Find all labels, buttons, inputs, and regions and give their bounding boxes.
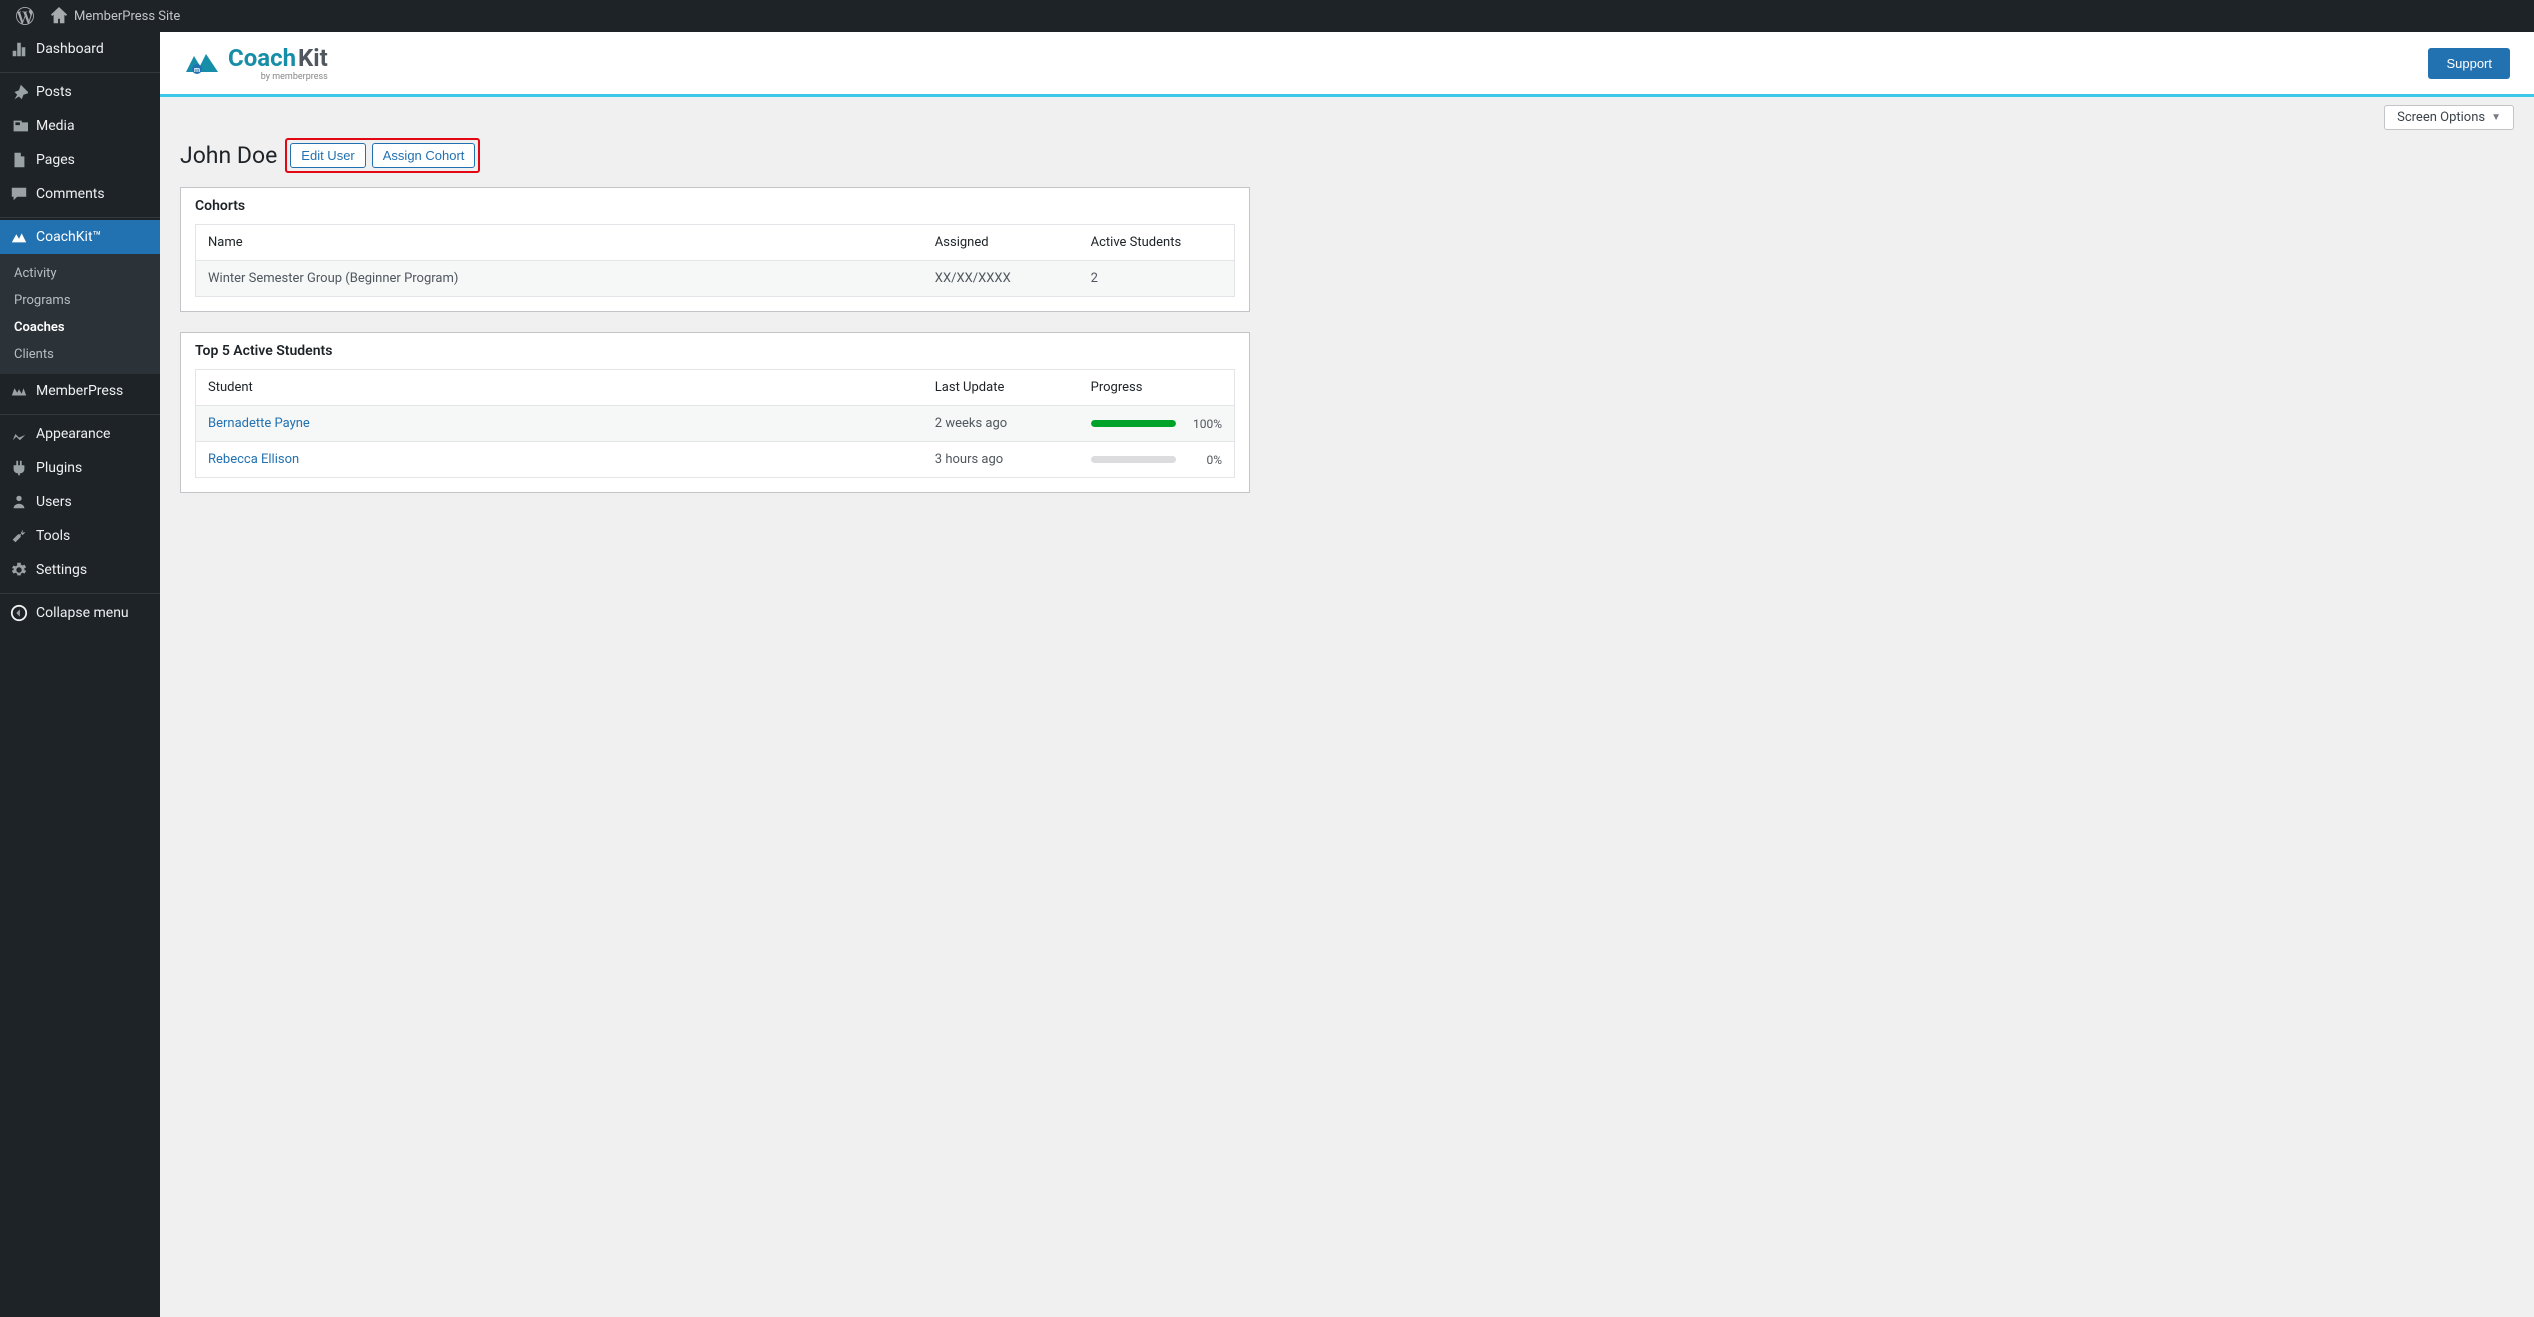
app-header: m CoachKit by memberpress Support xyxy=(160,32,2534,97)
progress-cell: 100% xyxy=(1079,406,1235,442)
cohorts-panel: Cohorts Name Assigned Active Students Wi… xyxy=(180,187,1250,312)
student-link[interactable]: Rebecca Ellison xyxy=(208,452,299,467)
table-row: Bernadette Payne 2 weeks ago 100% xyxy=(196,406,1235,442)
coachkit-logo: m CoachKit by memberpress xyxy=(184,44,328,82)
admin-sidebar: Dashboard Posts Media Pages Comments Coa… xyxy=(0,32,160,1317)
col-name: Name xyxy=(196,225,923,261)
table-header-row: Name Assigned Active Students xyxy=(196,225,1235,261)
submenu-coachkit: Activity Programs Coaches Clients xyxy=(0,254,160,374)
menu-media[interactable]: Media xyxy=(0,109,160,143)
pushpin-icon xyxy=(10,83,28,101)
cohorts-title: Cohorts xyxy=(181,188,1249,224)
pages-icon xyxy=(10,151,28,169)
menu-coachkit[interactable]: CoachKit™ xyxy=(0,220,160,254)
col-student: Student xyxy=(196,370,923,406)
users-icon xyxy=(10,493,28,511)
admin-bar: MemberPress Site xyxy=(0,0,2534,32)
students-title: Top 5 Active Students xyxy=(181,333,1249,369)
svg-text:m: m xyxy=(194,66,200,74)
last-update: 2 weeks ago xyxy=(923,406,1079,442)
appearance-icon xyxy=(10,425,28,443)
progress-bar xyxy=(1091,420,1176,427)
col-last-update: Last Update xyxy=(923,370,1079,406)
menu-tools[interactable]: Tools xyxy=(0,519,160,553)
wordpress-icon xyxy=(16,7,34,25)
submenu-activity[interactable]: Activity xyxy=(0,260,160,287)
tools-icon xyxy=(10,527,28,545)
progress-fill xyxy=(1091,420,1176,427)
table-row: Rebecca Ellison 3 hours ago 0% xyxy=(196,442,1235,478)
table-row: Winter Semester Group (Beginner Program)… xyxy=(196,261,1235,297)
menu-pages[interactable]: Pages xyxy=(0,143,160,177)
menu-appearance[interactable]: Appearance xyxy=(0,417,160,451)
menu-comments[interactable]: Comments xyxy=(0,177,160,211)
highlight-annotation: Edit User Assign Cohort xyxy=(285,138,480,173)
logo-subtitle: by memberpress xyxy=(261,72,328,82)
plugins-icon xyxy=(10,459,28,477)
students-table: Student Last Update Progress Bernadette … xyxy=(195,369,1235,478)
main-content: m CoachKit by memberpress Support Screen… xyxy=(160,32,2534,1317)
submenu-clients[interactable]: Clients xyxy=(0,341,160,368)
page-title: John Doe xyxy=(180,142,277,169)
students-panel: Top 5 Active Students Student Last Updat… xyxy=(180,332,1250,493)
menu-collapse[interactable]: Collapse menu xyxy=(0,596,160,630)
wp-logo[interactable] xyxy=(8,7,42,25)
memberpress-icon xyxy=(10,382,28,400)
home-icon xyxy=(50,7,68,25)
student-link[interactable]: Bernadette Payne xyxy=(208,416,310,431)
last-update: 3 hours ago xyxy=(923,442,1079,478)
logo-icon: m xyxy=(184,50,220,76)
cohort-assigned: XX/XX/XXXX xyxy=(923,261,1079,297)
progress-text: 0% xyxy=(1186,453,1222,467)
col-assigned: Assigned xyxy=(923,225,1079,261)
media-icon xyxy=(10,117,28,135)
menu-plugins[interactable]: Plugins xyxy=(0,451,160,485)
menu-dashboard[interactable]: Dashboard xyxy=(0,32,160,66)
progress-cell: 0% xyxy=(1079,442,1235,478)
table-header-row: Student Last Update Progress xyxy=(196,370,1235,406)
collapse-icon xyxy=(10,604,28,622)
assign-cohort-button[interactable]: Assign Cohort xyxy=(372,143,476,168)
submenu-coaches[interactable]: Coaches xyxy=(0,314,160,341)
menu-memberpress[interactable]: MemberPress xyxy=(0,374,160,408)
col-progress: Progress xyxy=(1079,370,1235,406)
dashboard-icon xyxy=(10,40,28,58)
menu-settings[interactable]: Settings xyxy=(0,553,160,587)
site-name: MemberPress Site xyxy=(74,9,180,24)
edit-user-button[interactable]: Edit User xyxy=(290,143,365,168)
cohort-name: Winter Semester Group (Beginner Program) xyxy=(196,261,923,297)
menu-posts[interactable]: Posts xyxy=(0,75,160,109)
site-home-link[interactable]: MemberPress Site xyxy=(42,7,188,25)
cohort-active: 2 xyxy=(1079,261,1235,297)
comments-icon xyxy=(10,185,28,203)
menu-users[interactable]: Users xyxy=(0,485,160,519)
progress-bar xyxy=(1091,456,1176,463)
support-button[interactable]: Support xyxy=(2428,48,2510,79)
screen-options-toggle[interactable]: Screen Options xyxy=(2384,105,2514,130)
coachkit-icon xyxy=(10,228,28,246)
col-active: Active Students xyxy=(1079,225,1235,261)
progress-text: 100% xyxy=(1186,417,1222,431)
cohorts-table: Name Assigned Active Students Winter Sem… xyxy=(195,224,1235,297)
submenu-programs[interactable]: Programs xyxy=(0,287,160,314)
settings-icon xyxy=(10,561,28,579)
